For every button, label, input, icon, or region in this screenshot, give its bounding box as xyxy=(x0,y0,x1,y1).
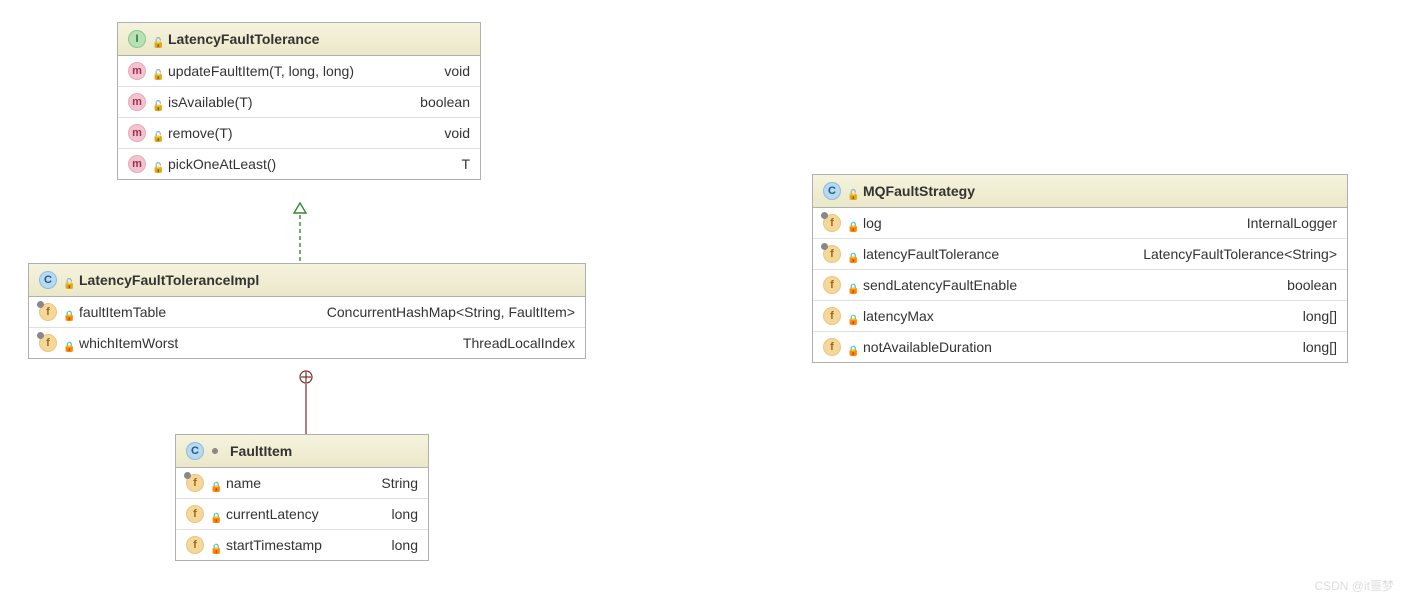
public-icon xyxy=(152,33,162,45)
field-row: f name String xyxy=(176,468,428,499)
field-icon: f xyxy=(186,505,204,523)
field-row: f faultItemTable ConcurrentHashMap<Strin… xyxy=(29,297,585,328)
public-icon xyxy=(152,96,162,108)
field-type: long xyxy=(392,506,418,522)
class-name: MQFaultStrategy xyxy=(863,183,975,199)
public-icon xyxy=(152,158,162,170)
method-row: m updateFaultItem(T, long, long) void xyxy=(118,56,480,87)
field-row: f latencyFaultTolerance LatencyFaultTole… xyxy=(813,239,1347,270)
field-name: latencyMax xyxy=(863,308,934,324)
class-header: C LatencyFaultToleranceImpl xyxy=(29,264,585,297)
method-icon: m xyxy=(128,93,146,111)
method-type: void xyxy=(444,125,470,141)
field-name: currentLatency xyxy=(226,506,319,522)
method-type: void xyxy=(444,63,470,79)
public-icon xyxy=(152,65,162,77)
method-icon: m xyxy=(128,62,146,80)
field-icon: f xyxy=(823,338,841,356)
interface-icon: I xyxy=(128,30,146,48)
field-type: String xyxy=(381,475,418,491)
field-row: f startTimestamp long xyxy=(176,530,428,560)
field-name: notAvailableDuration xyxy=(863,339,992,355)
public-icon xyxy=(847,185,857,197)
field-name: latencyFaultTolerance xyxy=(863,246,999,262)
method-name: updateFaultItem(T, long, long) xyxy=(168,63,354,79)
method-icon: m xyxy=(128,124,146,142)
class-icon: C xyxy=(186,442,204,460)
class-latency-fault-tolerance-impl[interactable]: C LatencyFaultToleranceImpl f faultItemT… xyxy=(28,263,586,359)
field-icon: f xyxy=(823,245,841,263)
field-type: InternalLogger xyxy=(1247,215,1337,231)
private-icon xyxy=(210,508,220,520)
realization-arrow xyxy=(299,203,301,261)
field-row: f sendLatencyFaultEnable boolean xyxy=(813,270,1347,301)
field-row: f currentLatency long xyxy=(176,499,428,530)
field-row: f log InternalLogger xyxy=(813,208,1347,239)
method-icon: m xyxy=(128,155,146,173)
method-row: m isAvailable(T) boolean xyxy=(118,87,480,118)
private-icon xyxy=(210,539,220,551)
private-icon xyxy=(847,310,857,322)
field-type: ConcurrentHashMap<String, FaultItem> xyxy=(327,304,575,320)
watermark: CSDN @it噩梦 xyxy=(1314,577,1394,594)
class-icon: C xyxy=(823,182,841,200)
nested-indicator-icon xyxy=(212,448,218,454)
field-icon: f xyxy=(823,307,841,325)
method-name: isAvailable(T) xyxy=(168,94,253,110)
field-icon: f xyxy=(823,214,841,232)
field-name: whichItemWorst xyxy=(79,335,178,351)
method-type: boolean xyxy=(420,94,470,110)
field-row: f notAvailableDuration long[] xyxy=(813,332,1347,362)
field-type: boolean xyxy=(1287,277,1337,293)
private-icon xyxy=(847,248,857,260)
class-fault-item[interactable]: C FaultItem f name String f currentLaten… xyxy=(175,434,429,561)
field-icon: f xyxy=(186,536,204,554)
nested-connector xyxy=(299,370,313,434)
private-icon xyxy=(63,337,73,349)
private-icon xyxy=(847,341,857,353)
class-header: C FaultItem xyxy=(176,435,428,468)
class-name: LatencyFaultTolerance xyxy=(168,31,319,47)
method-name: pickOneAtLeast() xyxy=(168,156,276,172)
field-icon: f xyxy=(186,474,204,492)
private-icon xyxy=(63,306,73,318)
class-name: FaultItem xyxy=(230,443,292,459)
field-name: faultItemTable xyxy=(79,304,166,320)
field-type: LatencyFaultTolerance<String> xyxy=(1143,246,1337,262)
field-icon: f xyxy=(823,276,841,294)
field-name: sendLatencyFaultEnable xyxy=(863,277,1017,293)
private-icon xyxy=(210,477,220,489)
private-icon xyxy=(847,279,857,291)
field-name: startTimestamp xyxy=(226,537,322,553)
field-icon: f xyxy=(39,334,57,352)
class-icon: C xyxy=(39,271,57,289)
class-header: C MQFaultStrategy xyxy=(813,175,1347,208)
class-mq-fault-strategy[interactable]: C MQFaultStrategy f log InternalLogger f… xyxy=(812,174,1348,363)
field-row: f whichItemWorst ThreadLocalIndex xyxy=(29,328,585,358)
class-latency-fault-tolerance[interactable]: I LatencyFaultTolerance m updateFaultIte… xyxy=(117,22,481,180)
field-name: log xyxy=(863,215,882,231)
field-row: f latencyMax long[] xyxy=(813,301,1347,332)
class-name: LatencyFaultToleranceImpl xyxy=(79,272,259,288)
method-row: m remove(T) void xyxy=(118,118,480,149)
field-name: name xyxy=(226,475,261,491)
public-icon xyxy=(63,274,73,286)
field-type: ThreadLocalIndex xyxy=(463,335,575,351)
field-type: long xyxy=(392,537,418,553)
public-icon xyxy=(152,127,162,139)
field-icon: f xyxy=(39,303,57,321)
field-type: long[] xyxy=(1303,308,1337,324)
method-row: m pickOneAtLeast() T xyxy=(118,149,480,179)
method-name: remove(T) xyxy=(168,125,233,141)
field-type: long[] xyxy=(1303,339,1337,355)
private-icon xyxy=(847,217,857,229)
method-type: T xyxy=(461,156,470,172)
class-header: I LatencyFaultTolerance xyxy=(118,23,480,56)
